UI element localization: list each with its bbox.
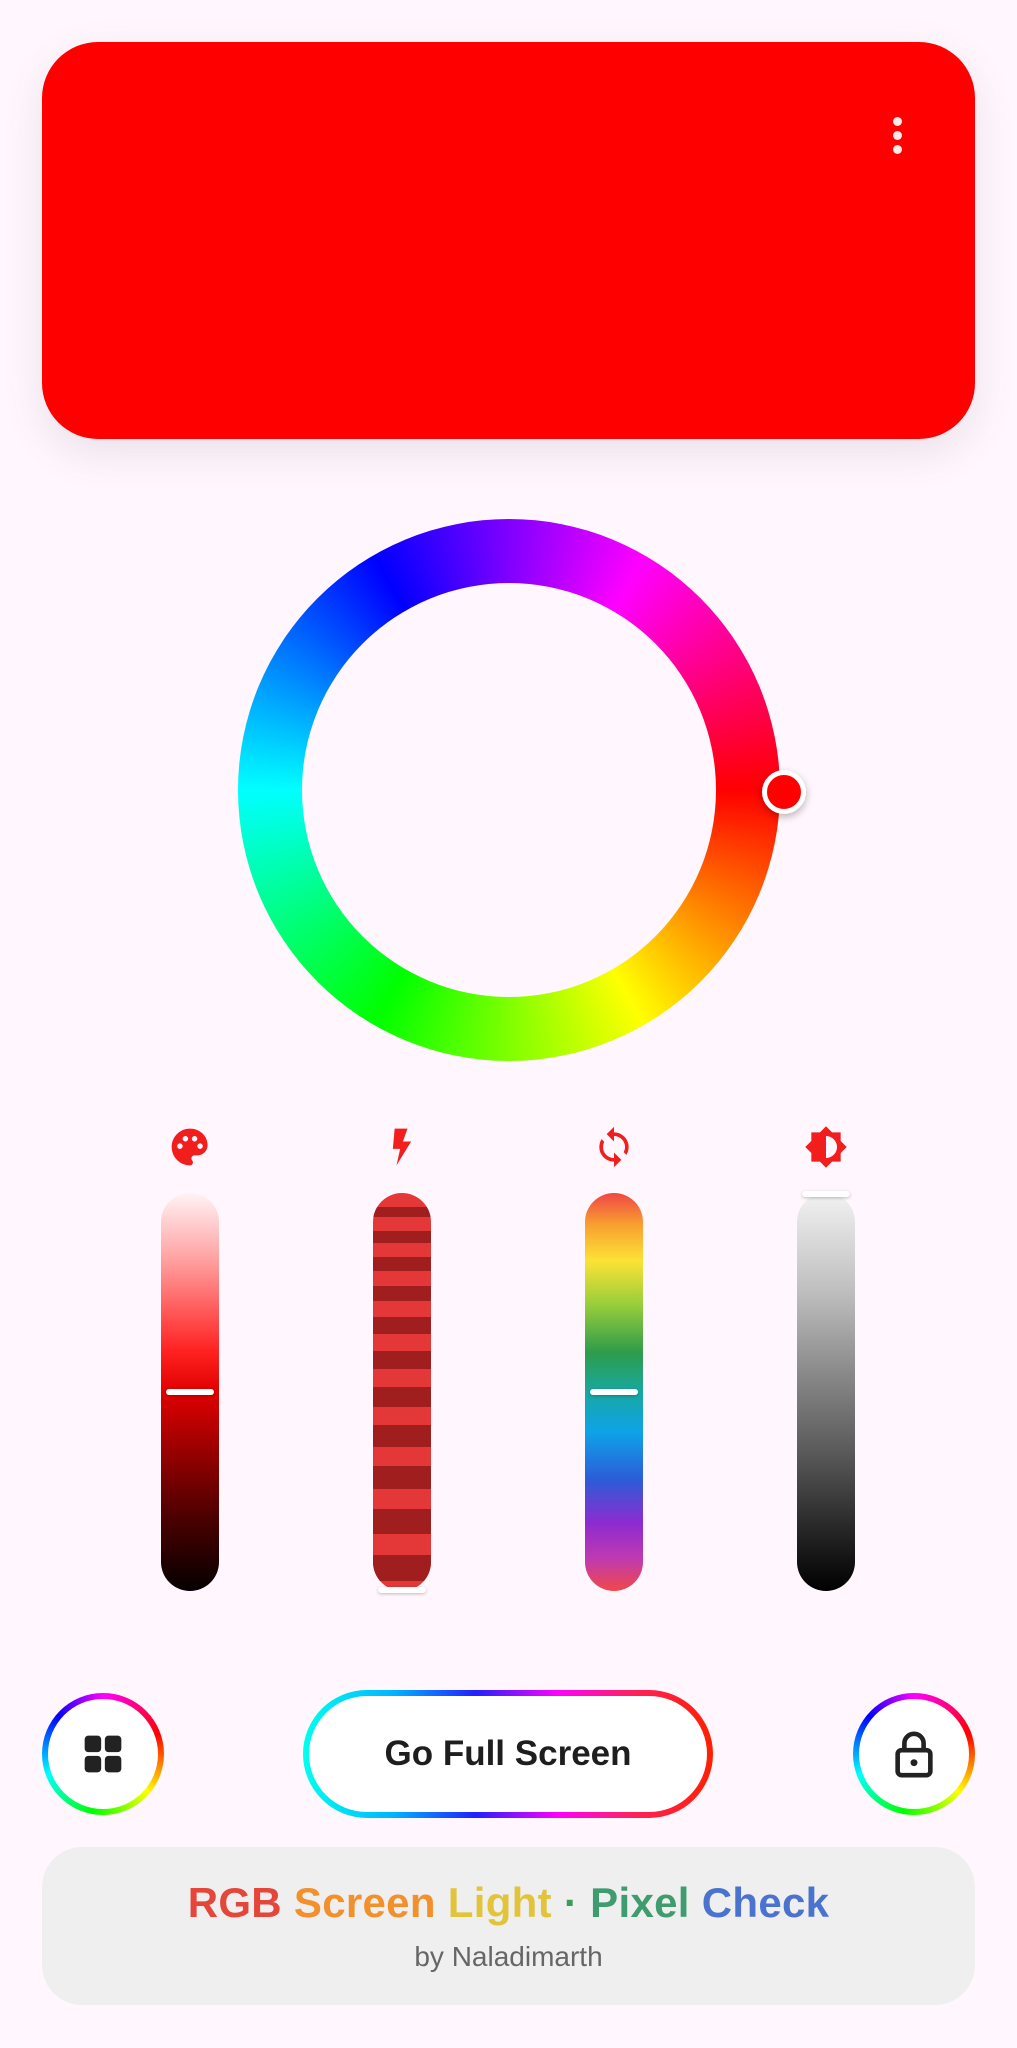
lock-icon: [895, 1731, 933, 1778]
brightness-slider[interactable]: [797, 1193, 855, 1591]
title-part: ·: [563, 1879, 579, 1926]
author-credit: by Naladimarth: [414, 1941, 603, 1972]
grid-button[interactable]: [42, 1693, 164, 1815]
footer-card: RGB Screen Light · Pixel Check by Naladi…: [42, 1847, 975, 2005]
title-part: Check: [701, 1879, 830, 1926]
bolt-icon: [379, 1124, 425, 1170]
refresh-icon: [591, 1124, 637, 1170]
color-wheel[interactable]: [238, 519, 780, 1061]
app-title: RGB Screen Light · Pixel Check: [188, 1879, 830, 1927]
brightness-slider-thumb[interactable]: [802, 1191, 850, 1197]
title-part: Pixel: [590, 1879, 690, 1926]
go-full-screen-button[interactable]: Go Full Screen: [303, 1690, 713, 1818]
palette-icon: [167, 1124, 213, 1170]
title-part: Screen: [293, 1879, 436, 1926]
brightness-icon: [803, 1124, 849, 1170]
wheel-center: [302, 583, 716, 997]
strobe-slider[interactable]: [373, 1193, 431, 1591]
more-vert-icon[interactable]: [877, 100, 917, 170]
color-preview[interactable]: [42, 42, 975, 439]
title-part: Light: [447, 1879, 552, 1926]
go-full-screen-label: Go Full Screen: [309, 1696, 707, 1812]
hue-knob[interactable]: [762, 770, 806, 814]
cycle-slider-thumb[interactable]: [590, 1389, 638, 1395]
app-root: Go Full Screen RGB Screen Light · Pixel …: [0, 0, 1017, 2048]
lock-button[interactable]: [853, 1693, 975, 1815]
tint-slider-thumb[interactable]: [166, 1389, 214, 1395]
grid-icon: [84, 1735, 122, 1773]
strobe-slider-thumb[interactable]: [378, 1587, 426, 1593]
title-part: RGB: [187, 1879, 282, 1926]
